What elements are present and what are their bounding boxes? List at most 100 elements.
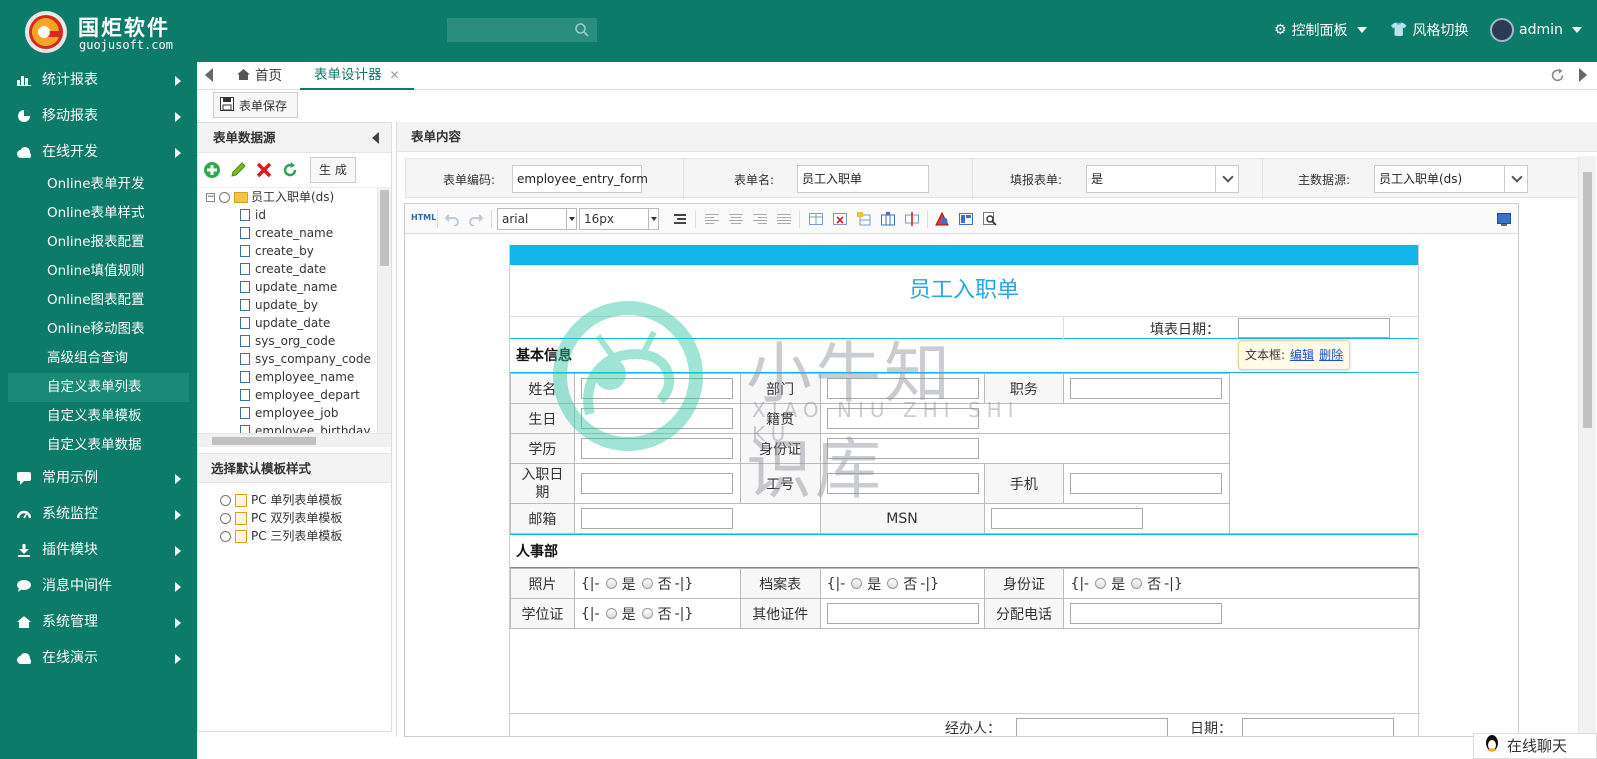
- tab-scroll-left-icon[interactable]: [205, 68, 213, 82]
- refresh-icon[interactable]: [1550, 68, 1565, 87]
- table-icon[interactable]: [809, 212, 823, 226]
- radio-icon[interactable]: [220, 530, 231, 542]
- tooltip-delete-link[interactable]: 删除: [1319, 348, 1343, 362]
- macro-icon[interactable]: [935, 211, 949, 226]
- msn-input[interactable]: [990, 508, 1143, 529]
- collapse-icon[interactable]: [372, 132, 379, 144]
- form-code-input[interactable]: employee_entry_form: [512, 165, 648, 193]
- tab-form-designer[interactable]: 表单设计器 ✕: [300, 62, 414, 90]
- edu-input[interactable]: [580, 438, 733, 459]
- tree-field[interactable]: sys_org_code: [198, 332, 391, 350]
- template-option-single[interactable]: PC 单列表单模板: [198, 491, 391, 509]
- save-form-button[interactable]: 表单保存: [213, 92, 299, 118]
- scroll-thumb[interactable]: [380, 190, 389, 266]
- collapse-tree-icon[interactable]: −: [206, 192, 215, 202]
- radio-yes[interactable]: [851, 578, 863, 589]
- work-no-input[interactable]: [826, 473, 979, 494]
- tree-field[interactable]: update_name: [198, 278, 391, 296]
- radio-yes[interactable]: [605, 578, 617, 589]
- align-right-icon[interactable]: [753, 212, 767, 226]
- insert-row-icon[interactable]: [857, 212, 871, 226]
- birthday-input[interactable]: [580, 408, 733, 429]
- sidebar-sub-online-form-style[interactable]: Online表单样式: [0, 199, 197, 228]
- sidebar-sub-advanced-query[interactable]: 高级组合查询: [0, 344, 197, 373]
- tab-scroll-right-icon[interactable]: [1579, 68, 1587, 82]
- redo-icon[interactable]: [469, 212, 484, 227]
- add-icon[interactable]: [202, 160, 222, 180]
- control-panel-menu[interactable]: ⚙ 控制面板: [1274, 20, 1367, 40]
- fill-date-input[interactable]: [1238, 318, 1390, 338]
- sidebar-sub-custom-form-list[interactable]: 自定义表单列表: [8, 373, 189, 402]
- insert-col-icon[interactable]: [881, 212, 895, 226]
- form-name-input[interactable]: 员工入职单: [797, 165, 929, 193]
- sidebar-item-mobile-report[interactable]: 移动报表: [0, 98, 197, 134]
- align-center-icon[interactable]: [729, 212, 743, 226]
- undo-icon[interactable]: [444, 212, 459, 227]
- radio-no[interactable]: [641, 608, 653, 619]
- logo[interactable]: 国炬软件 guojusoft.com: [24, 10, 204, 54]
- close-icon[interactable]: ✕: [390, 61, 400, 89]
- html-source-button[interactable]: HTML: [411, 213, 436, 222]
- fullscreen-icon[interactable]: [1497, 212, 1511, 226]
- sidebar-item-demo[interactable]: 在线演示: [0, 640, 197, 676]
- tree-field[interactable]: sys_company_code: [198, 350, 391, 368]
- tree-field[interactable]: update_date: [198, 314, 391, 332]
- tree-field[interactable]: employee_name: [198, 368, 391, 386]
- idcard-input[interactable]: [826, 438, 979, 459]
- font-size-select[interactable]: 16px: [579, 208, 659, 230]
- tree-scrollbar[interactable]: [377, 188, 391, 433]
- radio-icon[interactable]: [220, 512, 231, 524]
- online-chat-button[interactable]: 在线聊天: [1473, 733, 1597, 759]
- delete-table-icon[interactable]: [833, 212, 847, 226]
- split-cell-icon[interactable]: [905, 212, 919, 226]
- sidebar-sub-online-fill-rule[interactable]: Online填值规则: [0, 257, 197, 286]
- tab-home[interactable]: 首页: [237, 62, 282, 90]
- sign-date-input[interactable]: [1242, 718, 1394, 736]
- tree-hscrollbar[interactable]: [198, 433, 391, 447]
- justify-icon[interactable]: [777, 212, 791, 226]
- radio-no[interactable]: [1131, 578, 1143, 589]
- layout-icon[interactable]: [959, 212, 973, 226]
- search-input[interactable]: [448, 19, 568, 41]
- sidebar-item-mq[interactable]: 消息中间件: [0, 568, 197, 604]
- tooltip-edit-link[interactable]: 编辑: [1290, 348, 1314, 362]
- sidebar-item-examples[interactable]: 常用示例: [0, 460, 197, 496]
- radio-yes[interactable]: [605, 608, 617, 619]
- scroll-thumb[interactable]: [212, 437, 316, 445]
- search-box[interactable]: [447, 18, 597, 42]
- tree-field[interactable]: update_by: [198, 296, 391, 314]
- tree-root[interactable]: − 员工入职单(ds): [198, 188, 391, 206]
- job-input[interactable]: [1070, 378, 1223, 399]
- radio-no[interactable]: [887, 578, 899, 589]
- style-switch-button[interactable]: 👕 风格切换: [1390, 20, 1468, 40]
- align-left-icon[interactable]: [705, 212, 719, 226]
- dept-input[interactable]: [826, 378, 979, 399]
- search-icon[interactable]: [574, 22, 590, 38]
- entry-date-input[interactable]: [580, 473, 733, 494]
- radio-icon[interactable]: [219, 191, 230, 203]
- content-scrollbar[interactable]: [1578, 156, 1596, 734]
- mobile-input[interactable]: [1070, 473, 1223, 494]
- edit-icon[interactable]: [228, 160, 248, 180]
- font-family-select[interactable]: arial: [497, 208, 577, 230]
- other-cert-input[interactable]: [826, 603, 979, 624]
- sidebar-sub-online-chart-config[interactable]: Online图表配置: [0, 286, 197, 315]
- fill-form-select[interactable]: 是: [1086, 165, 1239, 193]
- tree-field[interactable]: employee_depart: [198, 386, 391, 404]
- tree-field[interactable]: create_name: [198, 224, 391, 242]
- delete-icon[interactable]: [254, 160, 274, 180]
- email-input[interactable]: [580, 508, 733, 529]
- sidebar-item-plugins[interactable]: 插件模块: [0, 532, 197, 568]
- phone-alloc-input[interactable]: [1070, 603, 1223, 624]
- sidebar-sub-custom-form-data[interactable]: 自定义表单数据: [0, 431, 197, 460]
- paragraph-icon[interactable]: [673, 212, 687, 226]
- radio-no[interactable]: [641, 578, 653, 589]
- sidebar-sub-online-form-dev[interactable]: Online表单开发: [0, 170, 197, 199]
- tree-field[interactable]: id: [198, 206, 391, 224]
- sidebar-item-system[interactable]: 系统管理: [0, 604, 197, 640]
- tree-field[interactable]: create_date: [198, 260, 391, 278]
- generate-button[interactable]: 生 成: [310, 157, 356, 183]
- handler-input[interactable]: [1016, 718, 1168, 736]
- refresh-icon[interactable]: [280, 160, 300, 180]
- main-datasource-select[interactable]: 员工入职单(ds): [1374, 165, 1528, 193]
